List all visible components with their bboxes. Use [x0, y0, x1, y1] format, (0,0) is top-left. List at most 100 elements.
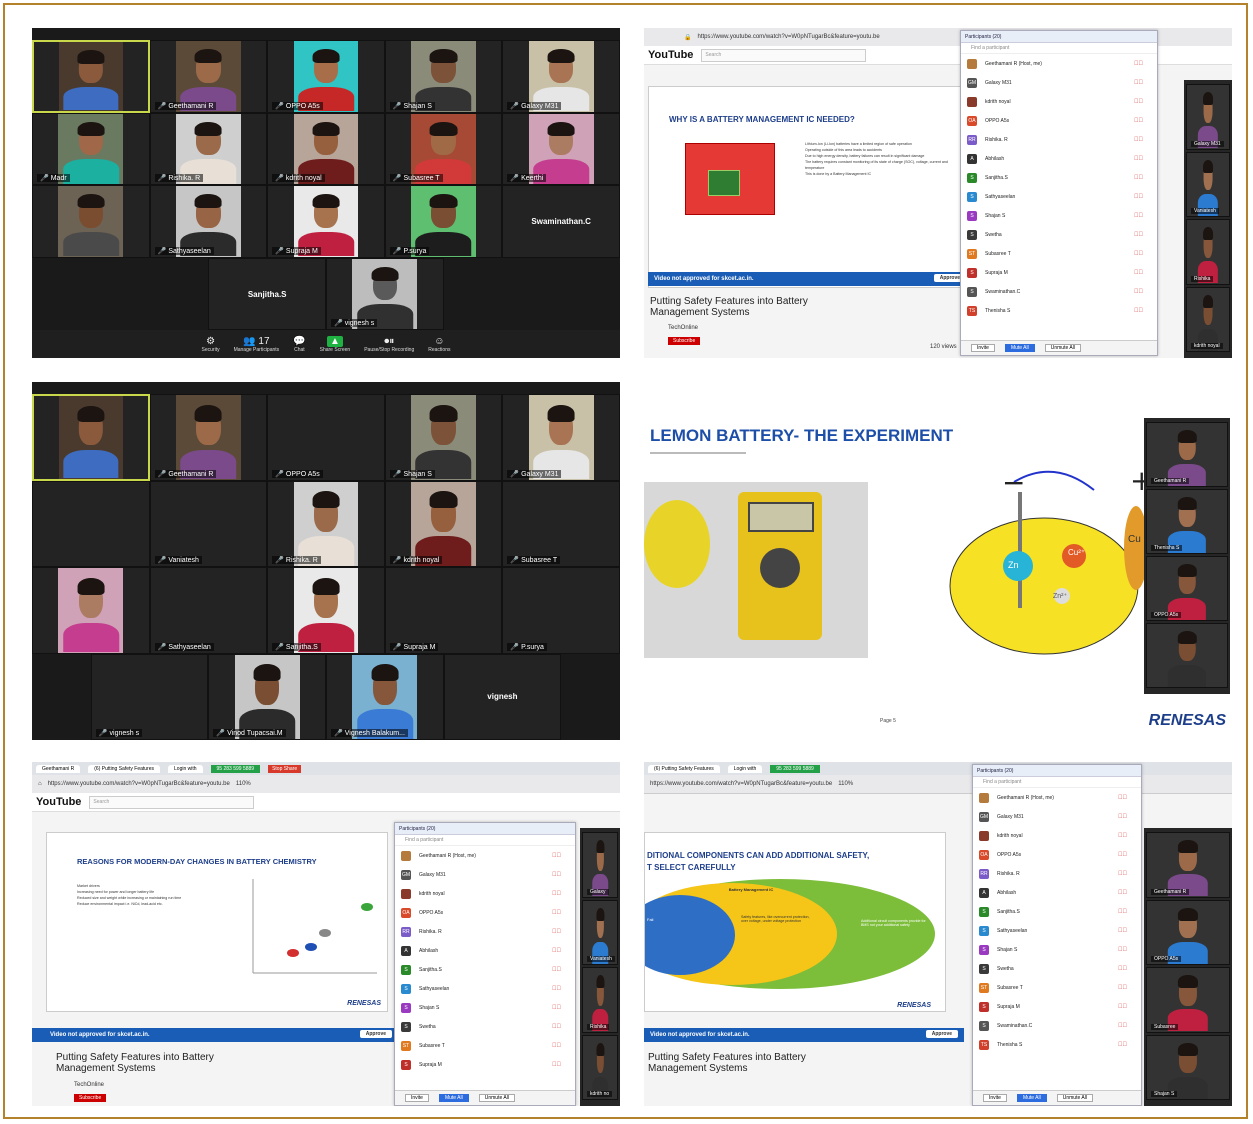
- approve-button-3[interactable]: Approve: [925, 1030, 958, 1038]
- participant-row[interactable]: S Shajan S 🎤⃠: [395, 998, 575, 1017]
- side-video-tile[interactable]: Shajan S: [1146, 1034, 1230, 1100]
- participant-row[interactable]: S Supraja M 🎤⃠: [961, 263, 1157, 282]
- reactions-button[interactable]: ☺ Reactions: [428, 336, 450, 353]
- youtube-logo-2[interactable]: YouTube: [36, 796, 81, 808]
- tab-login-2[interactable]: Login with: [727, 764, 763, 773]
- tab-geethamani[interactable]: Geethamani R: [36, 764, 81, 773]
- unmute-all-button[interactable]: Unmute All: [1044, 344, 1081, 352]
- participant-row[interactable]: S Supraja M 🎤⃠: [395, 1055, 575, 1074]
- unmute-all-button[interactable]: Unmute All: [1056, 1094, 1093, 1102]
- side-video-tile[interactable]: Galaxy: [582, 832, 618, 898]
- subscribe-button-2[interactable]: Subscribe: [74, 1094, 107, 1102]
- participant-row[interactable]: A Abhilash 🎤⃠: [395, 941, 575, 960]
- approve-button-2[interactable]: Approve: [359, 1030, 392, 1038]
- tab-youtube-2[interactable]: (6) Putting Safety Features: [648, 764, 720, 773]
- participant-row[interactable]: OA OPPO A5s 🎤⃠: [395, 903, 575, 922]
- chat-button[interactable]: 💬 Chat: [293, 336, 305, 353]
- video-tile[interactable]: vignesh: [443, 653, 562, 740]
- manage-participants-button[interactable]: 👥 17 Manage Participants: [234, 336, 280, 353]
- video-tile[interactable]: 🎤 Sathyaseelan: [149, 185, 268, 258]
- video-tile[interactable]: 🎤 Shajan S: [384, 394, 503, 481]
- unmute-all-button[interactable]: Unmute All: [478, 1094, 515, 1102]
- participant-row[interactable]: S Swetha 🎤⃠: [973, 959, 1141, 978]
- home-icon[interactable]: ⌂: [38, 781, 42, 787]
- video-tile[interactable]: 🎤 Shajan S: [384, 40, 503, 113]
- participant-row[interactable]: ST Subasree T 🎤⃠: [973, 978, 1141, 997]
- participant-row[interactable]: S Sathyaseelan 🎤⃠: [961, 187, 1157, 206]
- video-tile[interactable]: 🎤 Madr: [32, 112, 150, 185]
- video-tile[interactable]: 🎤 Vaniatesh: [149, 480, 268, 567]
- participant-row[interactable]: S Supraja M 🎤⃠: [973, 997, 1141, 1016]
- channel-name[interactable]: TechOnline: [668, 325, 698, 331]
- participant-row[interactable]: GM Galaxy M31 🎤⃠: [973, 807, 1141, 826]
- participant-row[interactable]: kdrith noyal 🎤⃠: [961, 92, 1157, 111]
- find-participant-input[interactable]: Find a participant: [961, 43, 1157, 54]
- channel-name-2[interactable]: TechOnline: [74, 1082, 104, 1088]
- video-tile[interactable]: [32, 394, 150, 481]
- participant-row[interactable]: S Sathyaseelan 🎤⃠: [395, 979, 575, 998]
- participant-row[interactable]: ST Subasree T 🎤⃠: [395, 1036, 575, 1055]
- participant-row[interactable]: S Shajan S 🎤⃠: [973, 940, 1141, 959]
- side-video-tile[interactable]: Rishika: [582, 967, 618, 1033]
- mute-all-button[interactable]: Mute All: [1016, 1094, 1047, 1102]
- participant-row[interactable]: S Sanjitha.S 🎤⃠: [961, 168, 1157, 187]
- video-tile[interactable]: 🎤 P.surya: [502, 567, 620, 654]
- tab-youtube[interactable]: (6) Putting Safety Features: [88, 764, 161, 773]
- video-tile[interactable]: 🎤 Sanjitha.S: [267, 567, 385, 654]
- participant-row[interactable]: S Sanjitha.S 🎤⃠: [395, 960, 575, 979]
- side-video-tile[interactable]: Rishika: [1186, 219, 1230, 285]
- video-tile[interactable]: [32, 567, 150, 654]
- participant-row[interactable]: RR Rishika. R 🎤⃠: [973, 864, 1141, 883]
- security-button[interactable]: ⚙ Security: [202, 336, 220, 353]
- participant-row[interactable]: OA OPPO A5s 🎤⃠: [961, 111, 1157, 130]
- participant-row[interactable]: Geethamani R (Host, me) 🎤⃠: [395, 846, 575, 865]
- video-tile[interactable]: Sanjitha.S: [208, 257, 326, 330]
- share-screen-button[interactable]: ▲ Share Screen: [320, 335, 350, 353]
- video-tile[interactable]: 🎤 Sathyaseelan: [149, 567, 268, 654]
- side-video-tile[interactable]: Vaniatesh: [1186, 151, 1230, 217]
- participant-row[interactable]: Geethamani R (Host, me) 🎤⃠: [961, 54, 1157, 73]
- youtube-logo[interactable]: YouTube: [648, 49, 693, 61]
- participant-row[interactable]: S Swaminathan.C 🎤⃠: [973, 1016, 1141, 1035]
- find-participant-input[interactable]: Find a participant: [973, 777, 1141, 788]
- find-participant-input[interactable]: Find a participant: [395, 835, 575, 846]
- video-tile[interactable]: 🎤 kdrith noyal: [384, 480, 503, 567]
- video-tile[interactable]: 🎤 Galaxy M31: [502, 394, 620, 481]
- video-tile[interactable]: 🎤 Geethamani R: [149, 394, 268, 481]
- participant-row[interactable]: kdrith noyal 🎤⃠: [395, 884, 575, 903]
- search-input[interactable]: Search: [701, 48, 867, 62]
- video-tile[interactable]: [32, 185, 150, 258]
- participant-row[interactable]: Geethamani R (Host, me) 🎤⃠: [973, 788, 1141, 807]
- video-tile[interactable]: 🎤 Vinod Tupacsai.M: [208, 653, 326, 740]
- video-tile[interactable]: 🎤 Subasree T: [502, 480, 620, 567]
- side-video-tile[interactable]: Galaxy M31: [1186, 84, 1230, 150]
- side-video-tile[interactable]: Geethamani R: [1146, 832, 1230, 898]
- participant-row[interactable]: S Swaminathan.C 🎤⃠: [961, 282, 1157, 301]
- participant-row[interactable]: RR Rishika. R 🎤⃠: [961, 130, 1157, 149]
- video-tile[interactable]: 🎤 OPPO A5s: [267, 40, 385, 113]
- address-bar-2[interactable]: ⌂ https://www.youtube.com/watch?v=W0pNTu…: [32, 775, 620, 794]
- video-tile[interactable]: [32, 480, 150, 567]
- video-tile[interactable]: 🎤 OPPO A5s: [267, 394, 385, 481]
- invite-button[interactable]: Invite: [405, 1094, 429, 1102]
- participant-row[interactable]: TS Thenisha S 🎤⃠: [973, 1035, 1141, 1054]
- video-tile[interactable]: Swaminathan.C: [502, 185, 620, 258]
- participant-row[interactable]: RR Rishika. R 🎤⃠: [395, 922, 575, 941]
- mute-all-button[interactable]: Mute All: [438, 1094, 469, 1102]
- video-tile[interactable]: [32, 40, 150, 113]
- video-tile[interactable]: 🎤 Geethamani R: [149, 40, 268, 113]
- video-tile[interactable]: 🎤 Vignesh Balakum...: [326, 653, 444, 740]
- video-tile[interactable]: 🎤 Rishika. R: [149, 112, 268, 185]
- side-video-tile[interactable]: Geethamani R: [1146, 422, 1228, 487]
- video-tile[interactable]: 🎤 Subasree T: [384, 112, 503, 185]
- side-video-tile[interactable]: OPPO A5s: [1146, 556, 1228, 621]
- participant-row[interactable]: ST Subasree T 🎤⃠: [961, 244, 1157, 263]
- participant-row[interactable]: S Swetha 🎤⃠: [961, 225, 1157, 244]
- participant-row[interactable]: A Abhilash 🎤⃠: [973, 883, 1141, 902]
- side-video-tile[interactable]: kdrith no: [582, 1034, 618, 1100]
- subscribe-button[interactable]: Subscribe: [668, 337, 701, 345]
- video-tile[interactable]: 🎤 Keerthi: [502, 112, 620, 185]
- video-tile[interactable]: 🎤 kdrith noyal: [267, 112, 385, 185]
- participant-row[interactable]: A Abhilash 🎤⃠: [961, 149, 1157, 168]
- video-tile[interactable]: 🎤 Supraja M: [267, 185, 385, 258]
